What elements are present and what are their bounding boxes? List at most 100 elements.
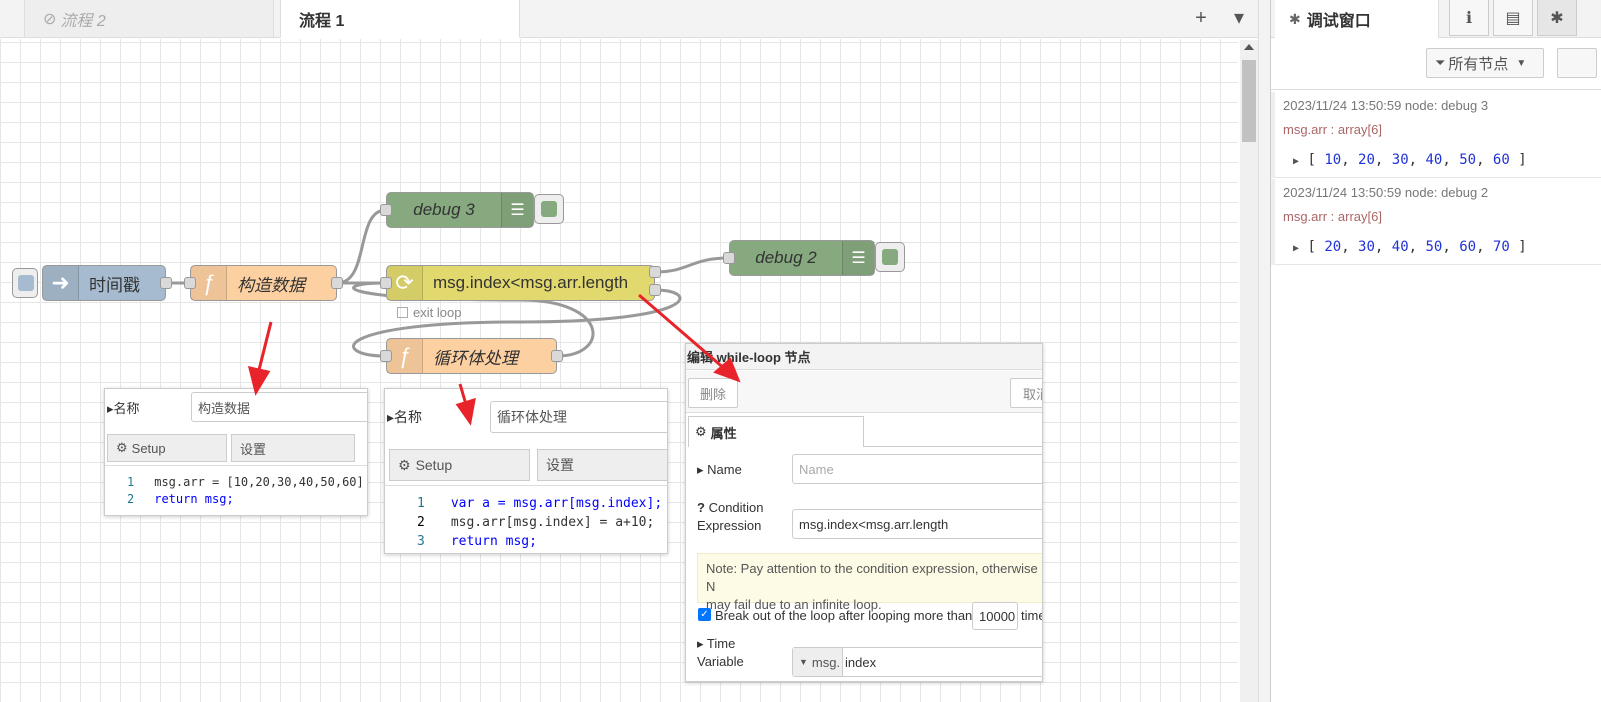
node-label: debug 2 bbox=[755, 248, 817, 267]
list-icon: ☰ bbox=[501, 193, 533, 227]
wire-while-debug2 bbox=[654, 256, 730, 274]
debug-toggle-button[interactable] bbox=[875, 242, 905, 272]
book-icon[interactable]: ▤ bbox=[1493, 0, 1533, 36]
tag-icon: ▸ bbox=[697, 462, 704, 477]
info-icon[interactable]: ℹ bbox=[1449, 0, 1489, 36]
code-line-3[interactable]: 3 return msg; bbox=[417, 534, 537, 549]
debug-toggle-button[interactable] bbox=[534, 194, 564, 224]
message-topic: msg.arr : array[6] bbox=[1283, 209, 1382, 224]
name-label: ▸名称 bbox=[107, 401, 140, 416]
tab-setup[interactable]: ⚙ Setup bbox=[389, 449, 530, 481]
input-port[interactable] bbox=[184, 277, 196, 289]
code-line-2[interactable]: 2 return msg; bbox=[127, 492, 234, 506]
dialog-title: 编辑 while-loop 节点 bbox=[687, 350, 811, 365]
break-loop-checkbox[interactable]: ✓ bbox=[698, 608, 711, 621]
expand-caret-icon[interactable]: ▶ bbox=[1293, 243, 1299, 254]
scrollbar-thumb[interactable] bbox=[1242, 60, 1256, 142]
break-loop-label: Break out of the loop after looping more… bbox=[715, 608, 973, 623]
while-loop-edit-dialog: 编辑 while-loop 节点 删除 取消 ⚙属性 ▸ Name Name ?… bbox=[685, 343, 1043, 682]
debug-node-2[interactable]: debug 2 ☰ bbox=[729, 240, 875, 276]
time-variable-value: index bbox=[845, 655, 877, 670]
wire-build-debug3 bbox=[336, 208, 387, 285]
tab-setup[interactable]: ⚙ Setup bbox=[107, 434, 227, 462]
condition-input[interactable]: msg.index<msg.arr.length bbox=[792, 509, 1042, 539]
canvas-scrollbar[interactable] bbox=[1240, 40, 1258, 702]
node-red-editor: ⊘ 流程 2 流程 1 + ▾ ➜ 时间戳 ƒ 构造数据 debug 3 ☰ ⟳… bbox=[0, 0, 1601, 702]
gear-icon: ⚙ bbox=[398, 456, 411, 473]
exit-loop-port-label: exit loop bbox=[397, 305, 461, 320]
debug-node-3[interactable]: debug 3 ☰ bbox=[386, 192, 534, 228]
sidebar-splitter[interactable] bbox=[1258, 0, 1270, 702]
caret-down-icon: ▼ bbox=[1516, 57, 1527, 69]
node-filter-dropdown[interactable]: ⏷ 所有节点 ▼ bbox=[1426, 48, 1544, 78]
function-icon: ƒ bbox=[191, 266, 227, 300]
name-label: ▸名称 bbox=[387, 409, 423, 425]
while-loop-node[interactable]: ⟳ msg.index<msg.arr.length bbox=[386, 265, 655, 301]
times-label: time bbox=[1021, 608, 1042, 623]
function-node-body[interactable]: ƒ 循环体处理 bbox=[386, 338, 557, 374]
filter-icon: ⏷ bbox=[1435, 55, 1446, 70]
tag-icon: ▸ bbox=[697, 636, 704, 651]
function-icon: ƒ bbox=[387, 339, 423, 373]
time-variable-label: ▸ Time Variable bbox=[697, 636, 744, 669]
name-input[interactable]: Name bbox=[792, 454, 1042, 484]
input-port[interactable] bbox=[380, 277, 392, 289]
message-meta: 2023/11/24 13:50:59 node: debug 3 bbox=[1283, 98, 1489, 113]
debug-message[interactable]: 2023/11/24 13:50:59 node: debug 3 msg.ar… bbox=[1271, 92, 1601, 178]
output-port[interactable] bbox=[331, 277, 343, 289]
tab-properties[interactable]: ⚙ 属性 bbox=[688, 416, 864, 447]
output-port[interactable] bbox=[551, 350, 563, 362]
sidebar-header: ✱ 调试窗口 ℹ ▤ ✱ bbox=[1271, 0, 1601, 38]
output-port-1[interactable] bbox=[649, 266, 661, 278]
gear-icon: ⚙ bbox=[695, 424, 707, 439]
message-value[interactable]: ▶ [ 20, 30, 40, 50, 60, 70 ] bbox=[1293, 239, 1527, 255]
code-line-1[interactable]: 1 msg.arr = [10,20,30,40,50,60] bbox=[127, 475, 364, 489]
debug-message[interactable]: 2023/11/24 13:50:59 node: debug 2 msg.ar… bbox=[1271, 179, 1601, 265]
wires-layer bbox=[166, 208, 730, 358]
max-loop-input[interactable]: 10000 bbox=[972, 602, 1018, 630]
message-value[interactable]: ▶ [ 10, 20, 30, 40, 50, 60 ] bbox=[1293, 152, 1527, 168]
name-input[interactable]: 构造数据 bbox=[191, 392, 367, 422]
clear-button[interactable] bbox=[1557, 48, 1597, 78]
tab-debug-window[interactable]: ✱ 调试窗口 bbox=[1289, 0, 1371, 38]
tag-icon: ▸ bbox=[387, 409, 395, 425]
delete-button[interactable]: 删除 bbox=[688, 378, 738, 408]
output-port[interactable] bbox=[160, 277, 172, 289]
list-icon: ☰ bbox=[842, 241, 874, 275]
input-port[interactable] bbox=[723, 252, 735, 264]
code-line-1[interactable]: 1 var a = msg.arr[msg.index]; bbox=[417, 496, 662, 511]
bug-tab-icon[interactable]: ✱ bbox=[1537, 0, 1577, 36]
input-port[interactable] bbox=[380, 350, 392, 362]
type-selector[interactable]: ▼ msg. bbox=[793, 648, 843, 676]
input-port[interactable] bbox=[380, 204, 392, 216]
gear-icon: ⚙ bbox=[116, 440, 128, 455]
loop-icon: ⟳ bbox=[387, 266, 423, 300]
message-meta: 2023/11/24 13:50:59 node: debug 2 bbox=[1283, 185, 1489, 200]
expand-caret-icon[interactable]: ▶ bbox=[1293, 156, 1299, 167]
cancel-button[interactable]: 取消 bbox=[1010, 378, 1042, 408]
node-label: debug 3 bbox=[413, 200, 475, 219]
bug-icon: ✱ bbox=[1289, 10, 1301, 27]
name-label: ▸ Name bbox=[697, 462, 742, 477]
exit-loop-text: exit loop bbox=[413, 305, 462, 320]
code-line-2[interactable]: 2 msg.arr[msg.index] = a+10; bbox=[417, 515, 654, 530]
inject-node[interactable]: ➜ 时间戳 bbox=[42, 265, 166, 301]
scroll-up-arrow-icon[interactable] bbox=[1244, 44, 1254, 50]
message-topic: msg.arr : array[6] bbox=[1283, 122, 1382, 137]
node-label: 时间戳 bbox=[89, 275, 140, 295]
caret-down-icon: ▼ bbox=[799, 657, 808, 667]
build-function-editor-snippet: ▸名称 构造数据 ⚙ Setup 设置 1 msg.arr = [10,20,30,… bbox=[104, 388, 368, 516]
debug-sidebar: ✱ 调试窗口 ℹ ▤ ✱ ⏷ 所有节点 ▼ 2023/11/24 13:50:59… bbox=[1270, 0, 1601, 702]
output-port-exit[interactable] bbox=[649, 284, 661, 296]
body-function-editor-snippet: ▸名称 循环体处理 ⚙ Setup 设置 1 var a = msg.arr[msg… bbox=[384, 388, 668, 554]
node-label: 循环体处理 bbox=[433, 348, 518, 368]
infinite-loop-note: Note: Pay attention to the condition exp… bbox=[697, 553, 1042, 612]
name-input[interactable]: 循环体处理 bbox=[490, 401, 667, 433]
time-variable-input[interactable]: ▼ msg. index bbox=[792, 647, 1042, 677]
tab-settings[interactable]: 设置 bbox=[231, 434, 355, 462]
inject-trigger-button[interactable] bbox=[12, 268, 38, 298]
arrow-right-icon: ➜ bbox=[43, 266, 79, 300]
function-node-build[interactable]: ƒ 构造数据 bbox=[190, 265, 337, 301]
condition-label: ? Condition Expression bbox=[697, 500, 764, 533]
tab-settings[interactable]: 设置 bbox=[537, 449, 667, 481]
